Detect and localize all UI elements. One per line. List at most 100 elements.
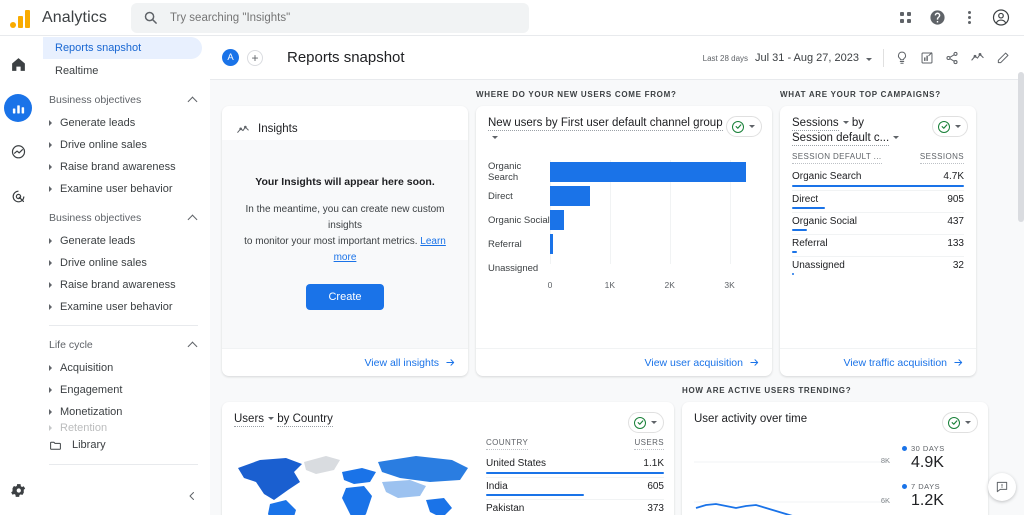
sidebar-item-realtime[interactable]: Realtime [43, 60, 202, 82]
create-insight-button[interactable]: Create [306, 284, 384, 310]
sidebar-group-life-cycle[interactable]: Life cycle [37, 333, 210, 357]
sidebar-item-acquisition[interactable]: Acquisition [37, 357, 210, 379]
table-row[interactable]: Organic Search 4.7K [792, 168, 964, 187]
insights-empty-state: Your Insights will appear here soon. In … [222, 140, 468, 348]
add-comparison-button[interactable]: + [247, 49, 263, 66]
row-value: 437 [947, 215, 964, 227]
sidebar-item-partial[interactable]: Retention [37, 423, 210, 433]
bar-row[interactable]: Direct [488, 184, 760, 208]
help-icon[interactable] [928, 9, 946, 27]
bar-row[interactable]: Organic Social [488, 208, 760, 232]
account-avatar-icon[interactable] [992, 9, 1010, 27]
sidebar-item-generate-leads-2[interactable]: Generate leads [37, 230, 210, 252]
property-badge[interactable]: A [222, 49, 239, 66]
sidebar-item-examine-user-behavior[interactable]: Examine user behavior [37, 178, 210, 200]
sidebar-item-monetization[interactable]: Monetization [37, 401, 210, 423]
chevron-right-icon [49, 120, 52, 126]
view-all-insights-link[interactable]: View all insights [364, 357, 456, 369]
sidebar-item-reports-snapshot[interactable]: Reports snapshot [43, 37, 202, 59]
chevron-right-icon [49, 282, 52, 288]
collapse-sidebar-button[interactable] [186, 490, 198, 505]
insights-body-line-1: In the meantime, you can create new cust… [245, 204, 445, 231]
chevron-right-icon [49, 238, 52, 244]
new-users-card-title[interactable]: New users by First user default channel … [488, 116, 726, 146]
sidebar-item-drive-online-sales[interactable]: Drive online sales [37, 134, 210, 156]
y-tick-label: 6K [880, 496, 890, 505]
table-row[interactable]: Referral 133 [792, 234, 964, 253]
sidebar-item-library[interactable]: Library [37, 433, 210, 457]
row-value: 133 [947, 237, 964, 249]
edit-pencil-icon[interactable] [996, 51, 1010, 65]
data-quality-chip[interactable] [726, 116, 762, 137]
compare-icon[interactable] [970, 50, 985, 65]
view-user-acquisition-link[interactable]: View user acquisition [645, 357, 760, 369]
rail-item-explore[interactable] [4, 138, 32, 166]
rail-item-home[interactable] [4, 50, 32, 78]
chevron-down-icon [893, 136, 900, 140]
world-map[interactable] [230, 438, 476, 515]
campaigns-dimension-selector[interactable]: Session default c... [792, 132, 890, 146]
view-user-acquisition-label: View user acquisition [644, 356, 743, 369]
sidebar-group-business-objectives-2[interactable]: Business objectives [37, 206, 210, 230]
sidebar-item-generate-leads[interactable]: Generate leads [37, 112, 210, 134]
sidebar-item-engagement[interactable]: Engagement [37, 379, 210, 401]
activity-line-chart[interactable]: 8K 6K [694, 440, 890, 515]
table-row[interactable]: United States 1.1K [486, 455, 664, 474]
row-value: 905 [947, 193, 964, 205]
column-header-metric[interactable]: SESSIONS [919, 152, 964, 164]
chevron-up-icon [187, 341, 198, 352]
data-quality-chip[interactable] [932, 116, 968, 137]
share-icon[interactable] [945, 51, 959, 65]
country-metric-selector[interactable]: Users [234, 413, 265, 427]
data-quality-chip[interactable] [942, 412, 978, 433]
sidebar-divider [49, 325, 198, 326]
insights-card: Insights Your Insights will appear here … [222, 106, 468, 376]
bar-row[interactable]: Organic Search [488, 160, 760, 184]
search-box[interactable] [130, 2, 529, 33]
new-users-chart-card: New users by First user default channel … [476, 106, 772, 376]
table-row[interactable]: India 605 [486, 477, 664, 496]
date-range-picker[interactable]: Last 28 days Jul 31 - Aug 27, 2023 [703, 52, 872, 64]
sidebar-item-label: Drive online sales [60, 257, 147, 269]
campaigns-metric-selector[interactable]: Sessions [792, 117, 839, 131]
rail-item-reports[interactable] [4, 94, 32, 122]
sidebar-item-label: Monetization [60, 406, 123, 418]
search-icon [144, 11, 157, 24]
arrow-right-icon [446, 359, 455, 366]
column-header-users[interactable]: USERS [634, 438, 664, 450]
x-tick-label: 3K [724, 280, 735, 290]
insights-bulb-icon[interactable] [895, 51, 909, 65]
column-header-dimension[interactable]: SESSION DEFAULT ... [792, 152, 882, 164]
data-quality-chip[interactable] [628, 412, 664, 433]
main-scrollbar[interactable] [1018, 72, 1024, 222]
sidebar-item-drive-online-sales-2[interactable]: Drive online sales [37, 252, 210, 274]
table-row[interactable]: Organic Social 437 [792, 212, 964, 231]
table-row[interactable]: Unassigned 32 [792, 256, 964, 275]
view-traffic-acquisition-link[interactable]: View traffic acquisition [844, 357, 965, 369]
apps-grid-icon[interactable] [896, 9, 914, 27]
rail-item-advertising[interactable] [4, 182, 32, 210]
sidebar-item-label: Retention [60, 423, 108, 433]
rail-settings[interactable] [0, 482, 37, 499]
sidebar-group-business-objectives-1[interactable]: Business objectives [37, 88, 210, 112]
search-input[interactable] [169, 11, 517, 24]
feedback-button[interactable] [988, 473, 1016, 501]
metric-value-7-days: 1.2K [911, 492, 944, 509]
sidebar-item-label: Engagement [60, 384, 123, 396]
row-label: Organic Search [792, 171, 862, 182]
column-header-country[interactable]: COUNTRY [486, 438, 529, 450]
bar-row[interactable]: Unassigned [488, 256, 760, 280]
sidebar-item-raise-brand-awareness[interactable]: Raise brand awareness [37, 156, 210, 178]
view-all-insights-label: View all insights [364, 356, 439, 369]
sidebar-item-label: Raise brand awareness [60, 279, 176, 291]
chevron-right-icon [49, 409, 52, 415]
bar-row[interactable]: Referral [488, 232, 760, 256]
sidebar-item-examine-user-behavior-2[interactable]: Examine user behavior [37, 296, 210, 318]
table-row[interactable]: Direct 905 [792, 190, 964, 209]
annotation-icon[interactable] [920, 51, 934, 65]
table-row[interactable]: Pakistan 373 [486, 499, 664, 515]
sidebar-item-raise-brand-awareness-2[interactable]: Raise brand awareness [37, 274, 210, 296]
country-card-title: Users by Country [234, 412, 333, 427]
more-vert-icon[interactable] [960, 9, 978, 27]
folder-icon [50, 441, 61, 450]
